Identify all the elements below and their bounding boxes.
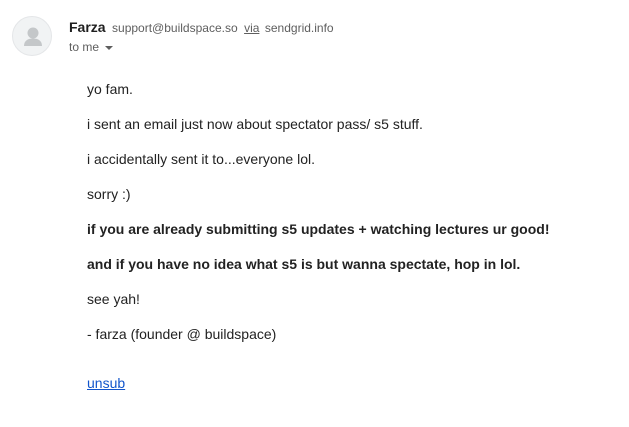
body-paragraph: sorry :) <box>87 186 131 202</box>
body-paragraph-bold: if you are already submitting s5 updates… <box>87 221 550 237</box>
unsubscribe-link[interactable]: unsub <box>87 375 125 391</box>
email-body: yo fam. i sent an email just now about s… <box>87 80 607 360</box>
unsubscribe-container: unsub <box>87 374 125 392</box>
body-paragraph: yo fam. <box>87 81 133 97</box>
body-paragraph-bold: and if you have no idea what s5 is but w… <box>87 256 521 272</box>
sender-avatar[interactable] <box>12 16 52 56</box>
sender-email[interactable]: support@buildspace.so <box>112 21 238 35</box>
body-paragraph: i sent an email just now about spectator… <box>87 116 423 132</box>
via-label[interactable]: via <box>244 21 259 35</box>
recipient-details-toggle[interactable]: to me <box>69 38 114 56</box>
via-domain: sendgrid.info <box>264 21 334 35</box>
sender-line: Farza support@buildspace.so via sendgrid… <box>69 18 334 37</box>
signature: - farza (founder @ buildspace) <box>87 326 277 342</box>
chevron-down-icon[interactable] <box>105 45 114 50</box>
recipient-label: to me <box>69 40 100 54</box>
body-paragraph: see yah! <box>87 291 140 307</box>
body-paragraph: i accidentally sent it to...everyone lol… <box>87 151 316 167</box>
sender-name[interactable]: Farza <box>69 19 106 35</box>
person-icon <box>24 27 42 46</box>
